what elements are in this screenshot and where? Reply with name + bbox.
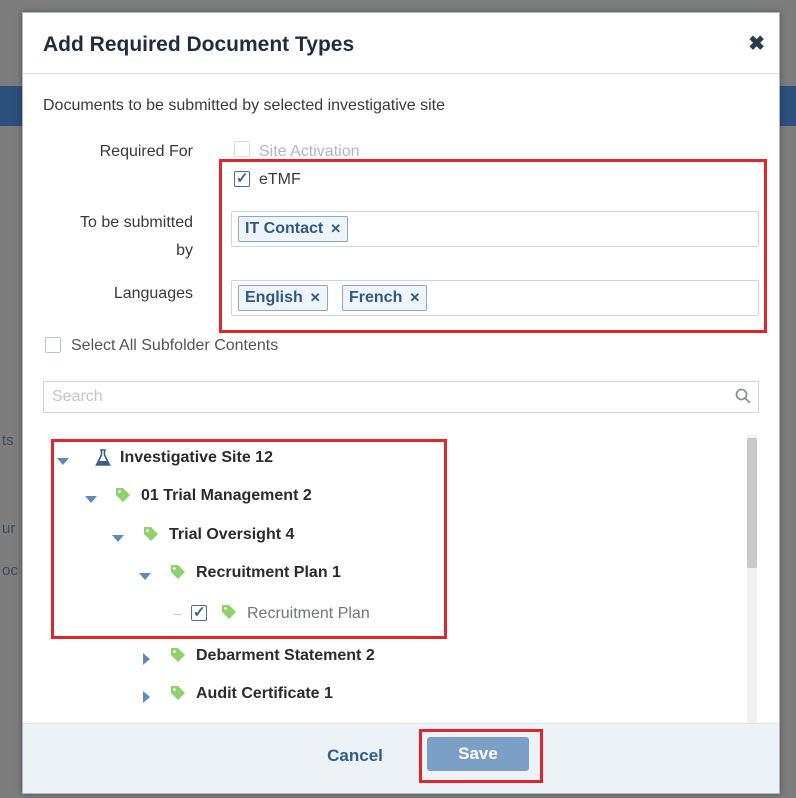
remove-tag-icon[interactable]: ✕ <box>330 221 341 236</box>
flask-icon <box>95 449 111 466</box>
select-all-label: Select All Subfolder Contents <box>71 337 279 354</box>
languages-input[interactable]: English ✕ French ✕ <box>231 280 759 316</box>
tree-scrollbar-thumb[interactable] <box>747 438 757 568</box>
tree-node-label[interactable]: Trial Oversight 4 <box>169 526 294 544</box>
expand-caret-icon[interactable] <box>139 573 151 580</box>
submitted-by-input[interactable]: IT Contact ✕ <box>231 211 759 247</box>
languages-label: Languages <box>113 285 193 302</box>
cancel-button[interactable]: Cancel <box>315 739 395 773</box>
expand-caret-icon[interactable] <box>112 535 124 542</box>
tag-icon <box>171 648 185 662</box>
language-tag-label: French <box>349 289 403 306</box>
tree-node-label[interactable]: 01 Trial Management 2 <box>141 487 312 505</box>
tag-icon <box>222 605 236 619</box>
dialog-description: Documents to be submitted by selected in… <box>43 97 445 114</box>
tree-node-label[interactable]: Recruitment Plan 1 <box>196 564 341 582</box>
search-placeholder: Search <box>52 388 103 405</box>
search-input[interactable]: Search <box>43 381 759 413</box>
submitter-tag-label: IT Contact <box>245 220 324 237</box>
background-fragment-text: ts <box>2 432 14 449</box>
etmf-label: eTMF <box>259 171 301 188</box>
expand-caret-icon[interactable] <box>85 496 97 503</box>
dialog-title: Add Required Document Types <box>43 33 355 56</box>
remove-tag-icon[interactable]: ✕ <box>409 290 420 305</box>
tag-icon <box>171 686 185 700</box>
submitter-tag: IT Contact ✕ <box>238 216 349 242</box>
site-activation-checkbox[interactable] <box>234 141 250 157</box>
tree-node-label[interactable]: Audit Certificate 1 <box>196 685 333 703</box>
submitted-by-label: To be submitted <box>80 214 193 231</box>
close-icon[interactable]: ✖ <box>748 31 765 56</box>
tree-node-label[interactable]: Investigative Site 12 <box>120 449 273 467</box>
tree-connector <box>173 614 181 615</box>
background-fragment-text: ur <box>2 520 16 537</box>
tag-icon <box>171 565 185 579</box>
submitted-by-label-line2: by <box>176 242 193 259</box>
tree-leaf-label[interactable]: Recruitment Plan <box>247 605 370 623</box>
tag-icon <box>116 488 130 502</box>
required-for-label: Required For <box>99 143 193 160</box>
collapse-caret-icon[interactable] <box>143 691 150 703</box>
dialog-header: Add Required Document Types ✖ <box>23 13 779 74</box>
dialog-footer <box>23 723 779 793</box>
language-tag: English ✕ <box>238 285 328 311</box>
recruitment-plan-checkbox[interactable] <box>191 603 207 621</box>
search-icon[interactable] <box>734 387 752 405</box>
etmf-checkbox[interactable] <box>234 169 250 187</box>
add-document-types-dialog: Add Required Document Types ✖ Documents … <box>22 12 780 794</box>
tree-node-label[interactable]: Debarment Statement 2 <box>196 647 375 665</box>
expand-caret-icon[interactable] <box>57 458 69 465</box>
background-fragment-text: oc <box>2 562 18 579</box>
collapse-caret-icon[interactable] <box>143 653 150 665</box>
save-button[interactable]: Save <box>427 737 529 771</box>
tag-icon <box>144 527 158 541</box>
language-tag-label: English <box>245 289 303 306</box>
language-tag: French ✕ <box>342 285 428 311</box>
remove-tag-icon[interactable]: ✕ <box>310 290 321 305</box>
site-activation-label: Site Activation <box>259 143 360 160</box>
select-all-checkbox[interactable] <box>45 337 61 353</box>
